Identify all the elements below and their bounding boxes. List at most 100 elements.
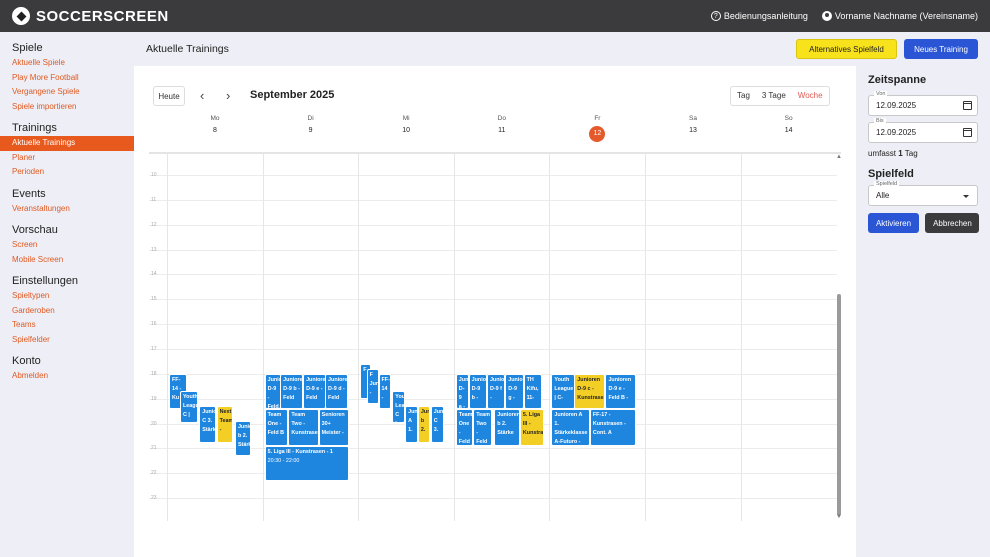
- page-title: Aktuelle Trainings: [146, 43, 229, 55]
- training-event[interactable]: Junioren D-9 e - Feld: [303, 373, 326, 409]
- sidebar: Spiele Aktuelle Spiele Play More Football V…: [0, 32, 134, 557]
- calendar-icon[interactable]: [963, 128, 972, 137]
- training-event[interactable]: Team One - Feld B: [455, 408, 474, 446]
- sidebar-section: Spiele Aktuelle Spiele Play More Football V…: [0, 42, 134, 114]
- sidebar-link[interactable]: Planer: [0, 151, 134, 166]
- training-event[interactable]: Junioren D-9 b - Feld: [280, 373, 304, 409]
- view-option[interactable]: 3 Tage: [756, 87, 792, 105]
- new-training-button[interactable]: Neues Training: [904, 39, 978, 59]
- training-event[interactable]: Youth League | C-: [551, 373, 576, 409]
- day-number: 9: [308, 127, 313, 134]
- date-to-field[interactable]: Bis 12.09.2025: [868, 118, 978, 143]
- training-event[interactable]: Junioren C 3. Stärke: [199, 406, 216, 444]
- event-title: F: [363, 366, 367, 373]
- training-event[interactable]: Junioren A 1.: [405, 406, 418, 444]
- sidebar-link[interactable]: Abmelden: [0, 369, 134, 384]
- day-name: Do: [497, 115, 506, 122]
- training-event[interactable]: 5. Liga III - Kunstrasen - 1 20:30 - 22:0…: [264, 445, 349, 481]
- sidebar-link[interactable]: Perioden: [0, 165, 134, 180]
- day-header[interactable]: Mi 10: [358, 115, 454, 134]
- logo[interactable]: SOCCERSCREEN: [12, 7, 169, 25]
- training-event[interactable]: Junioren D-9 b -: [468, 373, 487, 409]
- training-event[interactable]: FF-14 -: [378, 373, 392, 409]
- field-select[interactable]: Spielfeld Alle: [868, 181, 978, 206]
- day-header[interactable]: Di 9: [263, 115, 359, 134]
- training-event[interactable]: Junioren b 2. Stärke: [494, 408, 520, 446]
- sidebar-heading: Einstellungen: [12, 275, 79, 287]
- training-event[interactable]: Junioren b 2. Stärke: [234, 421, 252, 456]
- day-column-line: [262, 154, 264, 521]
- sidebar-link[interactable]: Mobile Screen: [0, 253, 134, 268]
- soccer-ball-icon: [12, 7, 30, 25]
- event-title: Junioren D-9 b -: [471, 376, 486, 401]
- user-icon: [821, 11, 832, 21]
- training-event[interactable]: Team Two - Kunstrasen: [288, 408, 319, 446]
- training-event[interactable]: Junioren D-9 g -: [505, 373, 524, 409]
- scrollbar-thumb[interactable]: [837, 294, 841, 516]
- training-event[interactable]: Youth League C |: [179, 391, 199, 424]
- scrollbar[interactable]: ▲ ▼: [834, 154, 842, 521]
- next-week-button[interactable]: ›: [226, 88, 230, 103]
- training-event[interactable]: Next Team -: [216, 406, 234, 444]
- cancel-button[interactable]: Abbrechen: [925, 213, 980, 233]
- sidebar-link[interactable]: Teams: [0, 318, 134, 333]
- calendar-icon[interactable]: [963, 101, 972, 110]
- day-column-line: [549, 154, 551, 521]
- user-menu[interactable]: Vorname Nachname (Vereinsname): [821, 11, 978, 21]
- training-event[interactable]: Youth League C |: [392, 391, 406, 424]
- training-event[interactable]: Junioren D-9 - Feld: [264, 373, 282, 409]
- training-event[interactable]: Junioren D-9 a -: [455, 373, 469, 409]
- view-option[interactable]: Tag: [731, 87, 756, 105]
- day-header[interactable]: So 14: [741, 115, 837, 134]
- today-button[interactable]: Heute: [153, 86, 185, 106]
- training-event[interactable]: Junioren C 3.: [430, 406, 444, 444]
- event-title: Junioren D-9 b - Feld: [283, 376, 303, 401]
- day-header[interactable]: Mo 8: [167, 115, 263, 134]
- sidebar-link[interactable]: Veranstaltungen: [0, 202, 134, 217]
- time-grid[interactable]: 10 11 12 13 14 15 16 17 18 19 20 21 22 23 FF-14 - Ku Yo…: [149, 154, 837, 521]
- training-event[interactable]: Junioren D-9 d - Feld: [325, 373, 348, 409]
- sidebar-link[interactable]: Spielfelder: [0, 333, 134, 348]
- user-name: Vorname Nachname (Vereinsname): [834, 11, 978, 21]
- activate-button[interactable]: Aktivieren: [868, 213, 919, 233]
- help-link[interactable]: ? Bedienungsanleitung: [710, 11, 808, 21]
- sidebar-link[interactable]: Screen: [0, 238, 134, 253]
- hour-label: 21: [151, 445, 157, 452]
- training-event[interactable]: Junioren b 2.: [417, 406, 430, 444]
- prev-week-button[interactable]: ‹: [200, 88, 204, 103]
- training-event[interactable]: FF-17 - Kunstrasen - Cont. A: [589, 408, 636, 446]
- alternative-field-button[interactable]: Alternatives Spielfeld: [796, 39, 897, 59]
- day-header[interactable]: Do 11: [454, 115, 550, 134]
- hour-line: [149, 348, 837, 350]
- training-event[interactable]: Junioren D-9 c - Kunstrasen: [574, 373, 606, 409]
- sidebar-link[interactable]: Spieltypen: [0, 289, 134, 304]
- view-option[interactable]: Woche: [792, 87, 829, 105]
- sidebar-link[interactable]: Play More Football: [0, 71, 134, 86]
- training-event[interactable]: Team One - Feld B: [264, 408, 289, 446]
- day-name: Mo: [210, 115, 220, 122]
- sidebar-link[interactable]: Aktuelle Trainings: [0, 136, 134, 151]
- training-event[interactable]: 5. Liga III - Kunstrasen: [519, 408, 544, 446]
- event-title: Junioren D-9 a -: [458, 376, 469, 409]
- day-header[interactable]: Fr 12: [549, 115, 645, 142]
- training-event[interactable]: Junioren D-9 e - Feld B -: [605, 373, 636, 409]
- sidebar-link[interactable]: Vergangene Spiele: [0, 85, 134, 100]
- training-event[interactable]: F Jun -: [366, 368, 379, 404]
- day-column-line: [645, 154, 646, 521]
- day-name: Fr: [594, 115, 601, 122]
- sidebar-link[interactable]: Garderoben: [0, 304, 134, 319]
- training-event[interactable]: Team Two - Feld B: [473, 408, 492, 446]
- scroll-down-icon[interactable]: ▼: [836, 514, 842, 520]
- training-event[interactable]: TH Kifu, 11-: [523, 373, 542, 409]
- date-from-field[interactable]: Von 12.09.2025: [868, 91, 978, 116]
- sidebar-link[interactable]: Spiele importieren: [0, 100, 134, 115]
- training-event[interactable]: Junioren D-9 f -: [486, 373, 506, 409]
- training-event[interactable]: Junioren A 1. Stärkeklasse A-Futuro -: [551, 408, 590, 446]
- day-header[interactable]: Sa 13: [645, 115, 741, 134]
- day-number: 12: [589, 125, 606, 142]
- calendar-header: Heute ‹ › September 2025 Tag 3 Tage Woche …: [134, 66, 856, 154]
- scroll-up-icon[interactable]: ▲: [836, 154, 842, 160]
- day-column-line: [453, 154, 455, 521]
- sidebar-link[interactable]: Aktuelle Spiele: [0, 56, 134, 71]
- training-event[interactable]: Senioren 30+ Meister -: [318, 408, 349, 446]
